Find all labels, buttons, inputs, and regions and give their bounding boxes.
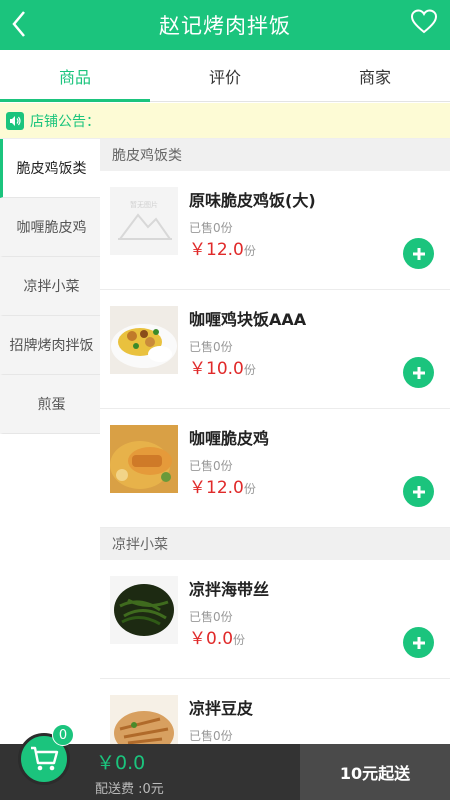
list-item[interactable]: 咖喱鸡块饭AAA 已售0份 ￥10.0份	[100, 290, 450, 409]
item-name: 原味脆皮鸡饭(大)	[189, 191, 316, 210]
cart-total: ￥0.0	[96, 752, 146, 774]
food-image	[110, 306, 178, 374]
plus-icon	[412, 247, 425, 260]
item-name: 咖喱鸡块饭AAA	[189, 310, 307, 329]
tab-goods[interactable]: 商品	[0, 50, 150, 102]
item-sold: 已售0份	[189, 610, 233, 624]
add-to-cart-button[interactable]	[403, 238, 434, 269]
list-item[interactable]: 暂无图片 原味脆皮鸡饭(大) 已售0份 ￥12.0份	[100, 171, 450, 290]
item-price: ￥0.0份	[189, 629, 246, 649]
plus-icon	[412, 366, 425, 379]
placeholder-image-text: 暂无图片	[130, 200, 158, 209]
cart-count-badge: 0	[52, 724, 74, 746]
add-to-cart-button[interactable]	[403, 357, 434, 388]
tab-merchant[interactable]: 商家	[300, 50, 450, 101]
item-name: 凉拌豆皮	[189, 699, 254, 718]
list-item[interactable]: 咖喱脆皮鸡 已售0份 ￥12.0份	[100, 409, 450, 528]
item-sold: 已售0份	[189, 340, 233, 354]
plus-icon	[412, 636, 425, 649]
category-item[interactable]: 煎蛋	[0, 375, 100, 434]
chevron-left-icon[interactable]	[6, 4, 36, 44]
top-bar: 赵记烤肉拌饭	[0, 0, 450, 50]
category-item[interactable]: 招牌烤肉拌饭	[0, 316, 100, 375]
shop-notice-label: 店铺公告：	[30, 113, 100, 130]
list-item[interactable]: 凉拌海带丝 已售0份 ￥0.0份	[100, 560, 450, 679]
page-title: 赵记烤肉拌饭	[159, 14, 291, 38]
plus-icon	[412, 485, 425, 498]
add-to-cart-button[interactable]	[403, 476, 434, 507]
tab-reviews[interactable]: 评价	[150, 50, 300, 101]
section-title: 凉拌小菜	[100, 528, 450, 560]
tab-bar: 商品 评价 商家	[0, 50, 450, 102]
item-name: 凉拌海带丝	[189, 580, 270, 599]
section-title: 脆皮鸡饭类	[100, 139, 450, 171]
list-item[interactable]: 凉拌豆皮 已售0份	[100, 679, 450, 744]
add-to-cart-button[interactable]	[403, 627, 434, 658]
shop-notice[interactable]: 店铺公告：	[0, 103, 450, 139]
item-sold: 已售0份	[189, 729, 233, 743]
item-price: ￥12.0份	[189, 240, 256, 260]
delivery-fee: 配送费 :0元	[95, 782, 164, 797]
shopping-cart-icon	[31, 746, 59, 771]
item-price: ￥12.0份	[189, 478, 256, 498]
item-sold: 已售0份	[189, 221, 233, 235]
category-item[interactable]: 脆皮鸡饭类	[0, 139, 100, 198]
placeholder-image: 暂无图片	[110, 187, 178, 255]
heart-icon[interactable]	[410, 8, 438, 36]
speaker-icon	[6, 111, 24, 130]
food-image	[110, 576, 178, 644]
product-list[interactable]: 脆皮鸡饭类 暂无图片 原味脆皮鸡饭(大) 已售0份 ￥12.0份 咖喱鸡块饭AA…	[100, 139, 450, 744]
category-sidebar: 脆皮鸡饭类 咖喱脆皮鸡 凉拌小菜 招牌烤肉拌饭 煎蛋	[0, 139, 100, 800]
food-image	[110, 695, 178, 744]
food-image	[110, 425, 178, 493]
category-item[interactable]: 咖喱脆皮鸡	[0, 198, 100, 257]
item-price: ￥10.0份	[189, 359, 256, 379]
item-name: 咖喱脆皮鸡	[189, 429, 270, 448]
category-item[interactable]: 凉拌小菜	[0, 257, 100, 316]
checkout-button[interactable]: 10元起送	[300, 744, 450, 800]
item-sold: 已售0份	[189, 459, 233, 473]
